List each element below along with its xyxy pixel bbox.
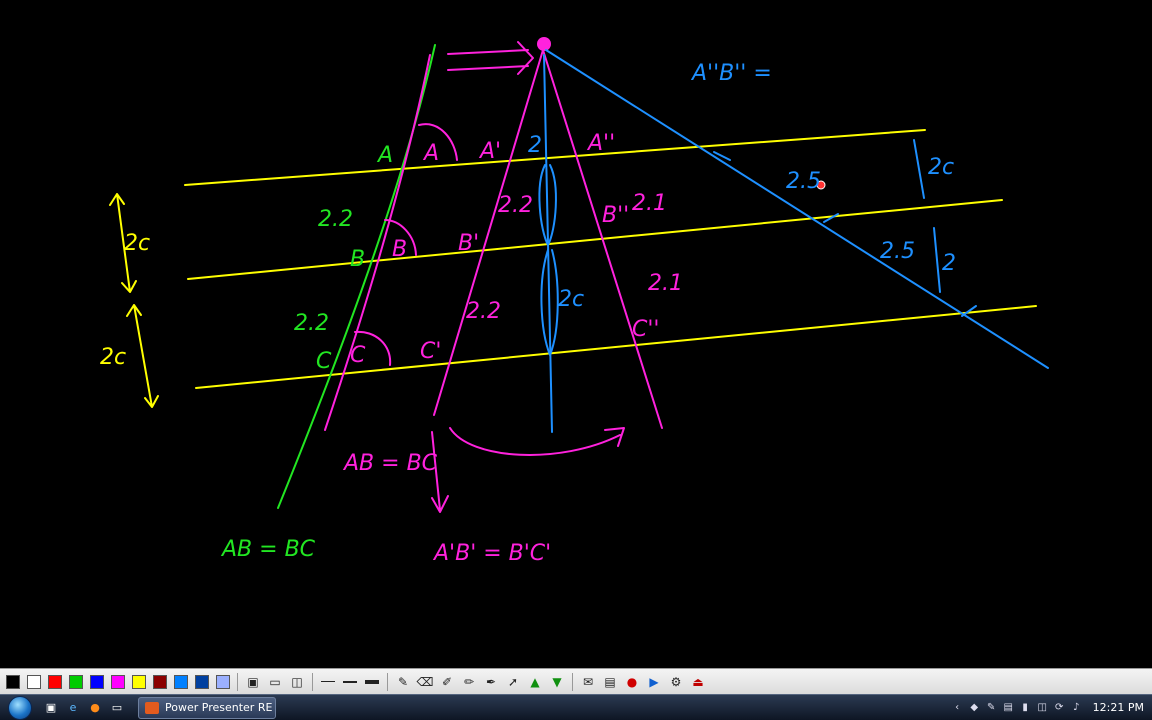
settings-icon[interactable]: ⚙ [667, 673, 685, 691]
equation-pink-1: AB = BC [342, 451, 438, 476]
transversal-green [277, 44, 436, 509]
light-source-point [537, 37, 551, 51]
value-2-5-lower: 2.5 [880, 239, 915, 264]
toolbar-separator [312, 672, 313, 691]
drawing-canvas[interactable]: A B C A B C A' B' C' A'' B'' C'' A''B'' … [0, 0, 1152, 668]
power-presenter-icon [145, 701, 159, 714]
equation-green: AB = BC [220, 537, 316, 562]
tray-battery-icon[interactable]: ▮ [1018, 700, 1033, 715]
screen-icon[interactable]: ◫ [288, 673, 306, 691]
value-green-2-2-lower: 2.2 [294, 311, 329, 336]
label-A: A [376, 143, 393, 168]
value-2-1-lower: 2.1 [648, 271, 683, 296]
color-swatch-red[interactable] [48, 674, 62, 689]
firefox-icon[interactable]: ● [86, 699, 104, 717]
arrow-up-icon[interactable]: ▲ [526, 673, 544, 691]
color-swatch-lavender[interactable] [216, 674, 230, 689]
distance-arrow-lower [126, 304, 159, 408]
value-2-1-upper: 2.1 [632, 191, 667, 216]
highlighter-icon[interactable]: ✒ [482, 673, 500, 691]
envelope-icon[interactable]: ✉ [579, 673, 597, 691]
color-swatch-green[interactable] [69, 674, 83, 689]
system-tray: ‹ ◆ ✎ ▤ ▮ ◫ ⟳ ♪ 12:21 PM [949, 696, 1152, 720]
value-2-5-upper: 2.5 [786, 169, 821, 194]
tray-volume-icon[interactable]: ♪ [1069, 700, 1084, 715]
taskbar-item-power-presenter[interactable]: Power Presenter RE [138, 696, 276, 719]
value-pink-2-2-lower: 2.2 [466, 299, 501, 324]
value-green-2-2-upper: 2.2 [318, 207, 353, 232]
pink-arrow-top [447, 41, 534, 75]
tray-tool-icon[interactable]: ✎ [984, 700, 999, 715]
tray-device-icon[interactable]: ▤ [1001, 700, 1016, 715]
blue-bar-right-2 [933, 227, 941, 293]
toolbar-separator [387, 672, 388, 691]
pencil-icon[interactable]: ✎ [394, 673, 412, 691]
taskbar-item-label: Power Presenter RE [165, 701, 273, 714]
color-swatch-white[interactable] [27, 674, 41, 689]
start-button[interactable] [0, 695, 40, 720]
tray-sync-icon[interactable]: ⟳ [1052, 700, 1067, 715]
value-2c-mid: 2c [558, 287, 584, 312]
color-swatch-magenta[interactable] [111, 674, 125, 689]
internet-explorer-icon[interactable]: e [64, 699, 82, 717]
brush-icon[interactable]: ✏ [460, 673, 478, 691]
label-C: C [316, 349, 332, 374]
pink-rotation-arrow [449, 427, 625, 456]
switch-windows-icon[interactable]: ▭ [108, 699, 126, 717]
label-B-prime: B' [458, 231, 479, 256]
save-icon[interactable]: ▤ [601, 673, 619, 691]
windows-logo-icon [8, 695, 32, 720]
value-2-right: 2 [942, 251, 956, 276]
transversal-pink-3 [542, 49, 663, 429]
label-C-double-prime: C'' [632, 317, 659, 342]
color-swatch-navy[interactable] [195, 674, 209, 689]
eraser-icon[interactable]: ⌫ [416, 673, 434, 691]
arrow-down-icon[interactable]: ▼ [548, 673, 566, 691]
toolbar-separator [572, 672, 573, 691]
display-icon[interactable]: ▣ [244, 673, 262, 691]
color-swatch-yellow[interactable] [132, 674, 146, 689]
label-B-double-prime: B'' [602, 203, 629, 228]
clock[interactable]: 12:21 PM [1093, 701, 1144, 714]
value-2c-left-lower: 2c [100, 345, 126, 370]
value-pink-2-2-upper: 2.2 [498, 193, 533, 218]
marker-icon[interactable]: ✐ [438, 673, 456, 691]
value-2-mid: 2 [528, 133, 542, 158]
line-medium-icon[interactable] [341, 673, 359, 691]
tray-expand-icon[interactable]: ‹ [950, 700, 965, 715]
tray-app-icon[interactable]: ◆ [967, 700, 982, 715]
label-C-prime: C' [420, 339, 441, 364]
angle-label-C: C [350, 343, 366, 368]
exit-icon[interactable]: ⏏ [689, 673, 707, 691]
angle-label-B: B [392, 237, 407, 262]
value-2c-right: 2c [928, 155, 954, 180]
blue-bar-right-1 [913, 139, 925, 199]
angle-label-A: A [422, 141, 439, 166]
presenter-toolbar: ▣ ▭ ◫ ✎ ⌫ ✐ ✏ ✒ ➚ ▲ ▼ ✉ ▤ ● ▶ ⚙ ⏏ [0, 668, 1152, 694]
color-swatch-darkred[interactable] [153, 674, 167, 689]
blue-tick-3 [961, 305, 977, 317]
show-desktop-icon[interactable]: ▣ [42, 699, 60, 717]
tray-network-icon[interactable]: ◫ [1035, 700, 1050, 715]
cursor-icon[interactable]: ➚ [504, 673, 522, 691]
label-A2B2-equation: A''B'' = [690, 61, 772, 86]
equation-pink-2: A'B' = B'C' [432, 541, 551, 566]
label-A-double-prime: A'' [586, 131, 615, 156]
play-icon[interactable]: ▶ [645, 673, 663, 691]
value-2c-left-upper: 2c [124, 231, 150, 256]
line-thin-icon[interactable] [319, 673, 337, 691]
label-A-prime: A' [478, 139, 501, 164]
record-icon[interactable]: ● [623, 673, 641, 691]
windows-taskbar: ▣ e ● ▭ Power Presenter RE ‹ ◆ ✎ ▤ ▮ ◫ ⟳… [0, 694, 1152, 720]
color-swatch-black[interactable] [6, 674, 20, 689]
color-swatch-blue[interactable] [90, 674, 104, 689]
monitor-icon[interactable]: ▭ [266, 673, 284, 691]
line-thick-icon[interactable] [363, 673, 381, 691]
toolbar-separator [237, 672, 238, 691]
color-swatch-skyblue[interactable] [174, 674, 188, 689]
label-B: B [350, 247, 365, 272]
